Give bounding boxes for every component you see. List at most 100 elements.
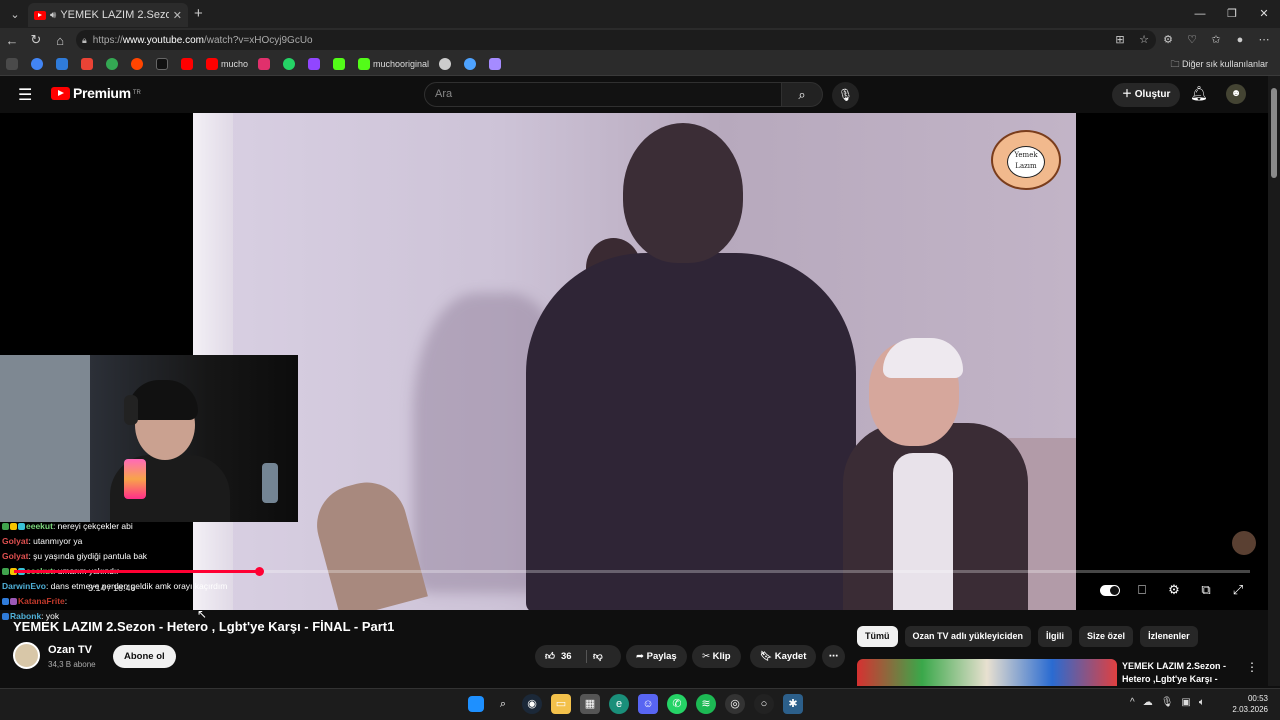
voice-search-button[interactable]: 🎙︎ bbox=[832, 82, 859, 109]
bookmark-item[interactable] bbox=[6, 57, 21, 70]
browser-essentials-icon[interactable]: ♡ bbox=[1180, 30, 1204, 50]
chip-all[interactable]: Tümü bbox=[857, 626, 898, 647]
maximize-button[interactable]: ❐ bbox=[1216, 0, 1248, 28]
search-button[interactable]: ⌕ bbox=[781, 82, 823, 107]
bookmark-item[interactable] bbox=[283, 57, 298, 70]
close-window-button[interactable]: ✕ bbox=[1248, 0, 1280, 28]
whatsapp-icon[interactable]: ✆ bbox=[667, 694, 687, 714]
chat-username: Golyat bbox=[2, 536, 29, 546]
hamburger-menu-icon[interactable]: ☰ bbox=[18, 85, 32, 105]
close-tab-icon[interactable]: ✕ bbox=[173, 9, 182, 22]
subscribe-button[interactable]: Abone ol bbox=[113, 645, 176, 668]
channel-name[interactable]: Ozan TV bbox=[48, 644, 92, 656]
channel-avatar[interactable] bbox=[13, 642, 40, 669]
youtube-premium-logo[interactable]: Premium TR bbox=[51, 85, 141, 101]
chip-related[interactable]: İlgili bbox=[1038, 626, 1073, 647]
back-button[interactable]: ← bbox=[0, 33, 24, 48]
video-player[interactable]: Yemek Lazım eeekut: nereyi çekçekler abi… bbox=[0, 113, 1268, 621]
miniplayer-icon[interactable]: ⧉ bbox=[1196, 582, 1216, 598]
new-tab-button[interactable]: + bbox=[194, 5, 203, 22]
address-bar[interactable]: 🔒︎ https://www.youtube.com/watch?v=xHOcy… bbox=[76, 30, 1156, 50]
volume-icon[interactable]: 🔈︎ bbox=[1199, 697, 1205, 708]
save-button[interactable]: 🔖︎ Kaydet bbox=[750, 645, 817, 668]
refresh-button[interactable]: ↻ bbox=[24, 32, 48, 48]
favorites-icon[interactable]: ✩ bbox=[1204, 30, 1228, 50]
related-more-icon[interactable]: ⋮ bbox=[1246, 660, 1258, 674]
minimize-button[interactable]: — bbox=[1184, 0, 1216, 28]
bookmark-item[interactable] bbox=[489, 57, 504, 70]
chat-message: DarwinEvo: dans etmeye nerden geldik amk… bbox=[2, 579, 302, 594]
file-explorer-icon[interactable]: ▭ bbox=[551, 694, 571, 714]
discord-icon[interactable]: ☺ bbox=[638, 694, 658, 714]
chip-for-you[interactable]: Size özel bbox=[1079, 626, 1134, 647]
clock-time: 00:53 bbox=[1247, 694, 1268, 703]
dislike-icon[interactable]: 👎︎ bbox=[593, 645, 603, 668]
chip-watched[interactable]: İzlenenler bbox=[1140, 626, 1198, 647]
bookmark-item[interactable] bbox=[439, 57, 454, 70]
bookmark-item[interactable] bbox=[156, 57, 171, 70]
favorite-star-icon[interactable]: ☆ bbox=[1132, 30, 1156, 50]
tray-chevron-icon[interactable]: ^ bbox=[1130, 697, 1135, 708]
system-clock[interactable]: 00:53 2.03.2026 bbox=[1228, 693, 1268, 715]
man-head bbox=[623, 123, 743, 263]
bookmark-item[interactable] bbox=[31, 57, 46, 70]
notifications-bell-icon[interactable]: 🔔︎ bbox=[1190, 85, 1208, 102]
like-icon[interactable]: 👍︎ bbox=[545, 645, 555, 668]
app-ring-icon[interactable]: ○ bbox=[754, 694, 774, 714]
speaker-icon[interactable]: 🔊︎ bbox=[50, 10, 56, 21]
bookmark-item-mucho[interactable]: mucho bbox=[206, 57, 248, 70]
tray-app-icon[interactable]: ☁ bbox=[1143, 697, 1153, 708]
other-bookmarks-folder[interactable]: 🗀︎ Diğer sık kullanılanlar bbox=[1170, 57, 1268, 73]
bookmark-item[interactable] bbox=[258, 57, 273, 70]
autoplay-toggle[interactable] bbox=[1100, 585, 1120, 596]
site-info-icon[interactable]: 🔒︎ bbox=[82, 35, 87, 46]
steam-icon[interactable]: ◉ bbox=[522, 694, 542, 714]
tray-mic-icon[interactable]: 🎙︎ bbox=[1161, 697, 1174, 708]
bookmark-item-muchooriginal[interactable]: muchooriginal bbox=[358, 57, 429, 70]
bookmark-item[interactable] bbox=[56, 57, 71, 70]
bookmark-item[interactable] bbox=[106, 57, 121, 70]
store-icon[interactable]: ▦ bbox=[580, 694, 600, 714]
channel-corner-avatar[interactable] bbox=[1232, 531, 1256, 555]
network-icon[interactable]: ▣ bbox=[1181, 697, 1190, 708]
obs-icon[interactable]: ◎ bbox=[725, 694, 745, 714]
share-button[interactable]: ➦ Paylaş bbox=[626, 645, 687, 668]
search-input[interactable]: Ara bbox=[424, 82, 782, 107]
create-button[interactable]: ＋ Oluştur bbox=[1112, 83, 1181, 107]
search-icon[interactable]: ⌕ bbox=[493, 694, 513, 714]
bookmark-item[interactable] bbox=[308, 57, 323, 70]
home-button[interactable]: ⌂ bbox=[48, 33, 72, 48]
tab-actions-menu-icon[interactable]: ⌄ bbox=[4, 3, 26, 25]
clip-button[interactable]: ✂ Klip bbox=[692, 645, 741, 668]
windows-start-icon[interactable] bbox=[468, 696, 484, 712]
scrubber-handle[interactable] bbox=[254, 567, 264, 576]
youtube-logo-icon bbox=[51, 86, 70, 100]
reddit-icon bbox=[131, 57, 143, 70]
subtitles-icon[interactable]: ⎕ bbox=[1132, 582, 1152, 598]
browser-tab-active[interactable]: 🔊︎ YEMEK LAZIM 2.Sezon - Hetero ✕ bbox=[28, 3, 188, 27]
video-frame[interactable]: Yemek Lazım bbox=[193, 113, 1076, 610]
bookmark-item[interactable] bbox=[131, 57, 146, 70]
profile-icon[interactable]: ● bbox=[1228, 30, 1252, 50]
app-gear-icon[interactable]: ✱ bbox=[783, 694, 803, 714]
app-available-icon[interactable]: ⊞ bbox=[1108, 30, 1132, 50]
bookmark-item[interactable] bbox=[464, 57, 479, 70]
bookmark-item[interactable] bbox=[181, 57, 196, 70]
bookmark-item[interactable] bbox=[333, 57, 348, 70]
settings-gear-icon[interactable]: ⚙ bbox=[1164, 582, 1184, 598]
settings-more-icon[interactable]: ⋯ bbox=[1252, 30, 1276, 50]
related-filter-chips: Tümü Ozan TV adlı yükleyiciden İlgili Si… bbox=[857, 626, 1198, 647]
spotify-icon[interactable]: ≋ bbox=[696, 694, 716, 714]
bookmark-item[interactable] bbox=[81, 57, 96, 70]
like-count[interactable]: 36 bbox=[561, 645, 572, 668]
extensions-icon[interactable]: ⚙ bbox=[1156, 30, 1180, 50]
related-video-thumbnail[interactable] bbox=[857, 659, 1117, 686]
page-scrollbar[interactable] bbox=[1268, 76, 1280, 686]
progress-bar[interactable] bbox=[14, 567, 1250, 576]
fullscreen-icon[interactable]: ⤢ bbox=[1228, 582, 1248, 598]
account-avatar[interactable]: ☻ bbox=[1226, 84, 1246, 104]
scrollbar-thumb[interactable] bbox=[1271, 88, 1277, 178]
chip-from-uploader[interactable]: Ozan TV adlı yükleyiciden bbox=[904, 626, 1032, 647]
more-actions-button[interactable]: ⋯ bbox=[822, 645, 845, 668]
edge-icon[interactable]: e bbox=[609, 694, 629, 714]
